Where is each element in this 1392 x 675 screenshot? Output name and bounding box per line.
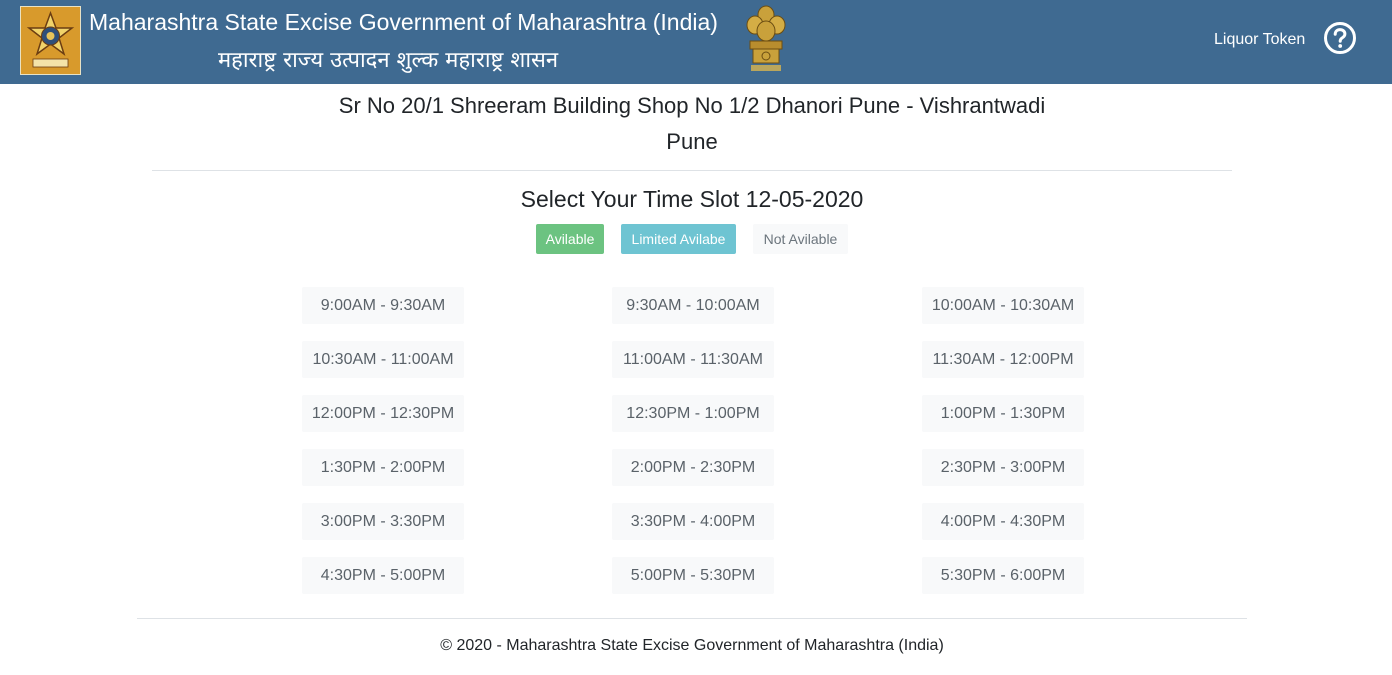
help-question-icon[interactable]: [1323, 21, 1357, 55]
time-slot-button[interactable]: 11:00AM - 11:30AM: [612, 341, 774, 378]
time-slot-button[interactable]: 4:30PM - 5:00PM: [302, 557, 464, 594]
footer-copyright: © 2020 - Maharashtra State Excise Govern…: [440, 637, 944, 654]
address-line-2: Pune: [666, 129, 718, 154]
time-slot-button[interactable]: 11:30AM - 12:00PM: [922, 341, 1084, 378]
time-slot-heading: Select Your Time Slot 12-05-2020: [520, 186, 864, 212]
time-slot-button[interactable]: 12:30PM - 1:00PM: [612, 395, 774, 432]
national-emblem-icon: [744, 3, 788, 79]
time-slot-button[interactable]: 1:00PM - 1:30PM: [922, 395, 1084, 432]
shop-address: Sr No 20/1 Shreeram Building Shop No 1/2…: [152, 88, 1232, 160]
time-slot-button[interactable]: 2:00PM - 2:30PM: [612, 449, 774, 486]
address-line-1: Sr No 20/1 Shreeram Building Shop No 1/2…: [338, 93, 1046, 118]
time-slot-button[interactable]: 9:00AM - 9:30AM: [302, 287, 464, 324]
divider: [152, 170, 1232, 171]
liquor-token-link[interactable]: Liquor Token: [1214, 31, 1305, 49]
time-slot-button[interactable]: 12:00PM - 12:30PM: [302, 395, 464, 432]
time-slot-button[interactable]: 5:00PM - 5:30PM: [612, 557, 774, 594]
top-header-bar: Maharashtra State Excise Government of M…: [0, 0, 1392, 84]
time-slot-button[interactable]: 10:30AM - 11:00AM: [302, 341, 464, 378]
legend-limited-badge: Limited Avilabe: [621, 224, 736, 254]
time-slot-button[interactable]: 10:00AM - 10:30AM: [922, 287, 1084, 324]
site-title-marathi: महाराष्ट्र राज्य उत्पादन शुल्क महाराष्ट्…: [218, 48, 559, 73]
time-slot-button[interactable]: 3:00PM - 3:30PM: [302, 503, 464, 540]
excise-seal-logo-icon: [20, 6, 81, 75]
time-slot-button[interactable]: 2:30PM - 3:00PM: [922, 449, 1084, 486]
time-slot-button[interactable]: 4:00PM - 4:30PM: [922, 503, 1084, 540]
time-slot-button[interactable]: 5:30PM - 6:00PM: [922, 557, 1084, 594]
time-slot-button[interactable]: 3:30PM - 4:00PM: [612, 503, 774, 540]
time-slot-button[interactable]: 9:30AM - 10:00AM: [612, 287, 774, 324]
footer-divider: [137, 618, 1247, 619]
time-slot-button[interactable]: 1:30PM - 2:00PM: [302, 449, 464, 486]
legend-available-badge: Avilable: [536, 224, 604, 254]
site-title-english: Maharashtra State Excise Government of M…: [89, 9, 718, 35]
legend-not-available-badge: Not Avilable: [753, 224, 848, 254]
